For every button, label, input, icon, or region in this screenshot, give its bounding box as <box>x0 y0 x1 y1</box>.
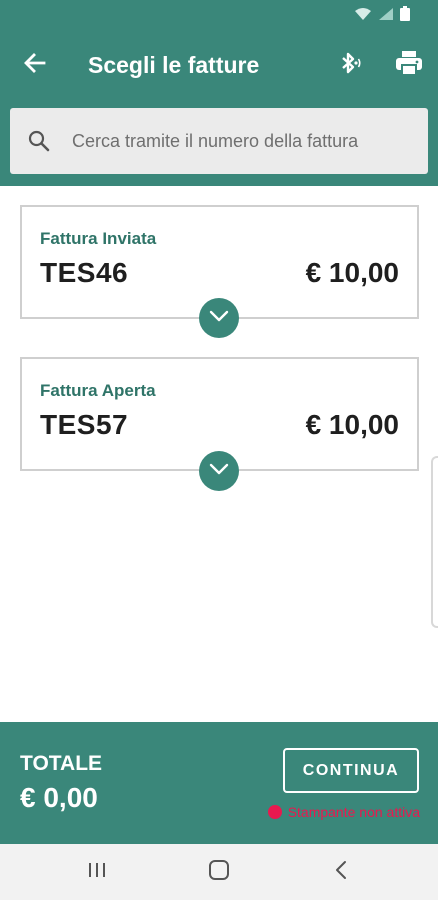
total-label: TOTALE <box>20 752 103 775</box>
back-arrow-icon <box>23 51 47 80</box>
printer-status-text: Stampante non attiva <box>287 804 420 820</box>
print-button[interactable] <box>390 47 428 83</box>
printer-status: Stampante non attiva <box>267 804 420 820</box>
signal-icon <box>378 7 394 21</box>
continue-button[interactable]: CONTINUA <box>283 748 419 793</box>
invoice-amount: € 10,00 <box>305 409 399 440</box>
search-area <box>0 100 438 186</box>
invoice-number: TES46 <box>40 257 129 288</box>
expand-button[interactable] <box>199 451 239 491</box>
recent-apps-button[interactable] <box>84 860 110 884</box>
invoice-number: TES57 <box>40 409 129 440</box>
system-back-button[interactable] <box>328 860 354 884</box>
edge-panel-handle[interactable] <box>431 456 438 628</box>
bluetooth-button[interactable] <box>332 47 366 83</box>
invoice-amount: € 10,00 <box>305 257 399 288</box>
wifi-icon <box>354 7 372 21</box>
back-button[interactable] <box>18 48 52 82</box>
invoice-status: Fattura Aperta <box>40 381 156 400</box>
back-icon <box>334 860 348 885</box>
status-bar <box>0 0 438 30</box>
bluetooth-icon <box>335 49 363 82</box>
page-title: Scegli le fatture <box>88 52 260 78</box>
total-value: € 0,00 <box>20 782 98 813</box>
invoice-status: Fattura Inviata <box>40 229 157 248</box>
search-icon <box>28 130 50 157</box>
printer-icon <box>395 50 423 81</box>
footer: TOTALE € 0,00 CONTINUA Stampante non att… <box>0 722 438 844</box>
printer-status-dot <box>267 805 282 819</box>
home-button[interactable] <box>206 859 232 886</box>
home-icon <box>208 859 230 886</box>
search-box[interactable] <box>10 108 428 174</box>
chevron-down-icon <box>209 309 229 327</box>
search-input[interactable] <box>72 126 412 156</box>
recent-apps-icon <box>87 861 107 884</box>
app-bar: Scegli le fatture <box>0 30 438 100</box>
chevron-down-icon <box>209 462 229 480</box>
status-icons <box>354 6 410 21</box>
battery-icon <box>400 6 410 21</box>
navigation-bar <box>0 844 438 900</box>
expand-button[interactable] <box>199 298 239 338</box>
